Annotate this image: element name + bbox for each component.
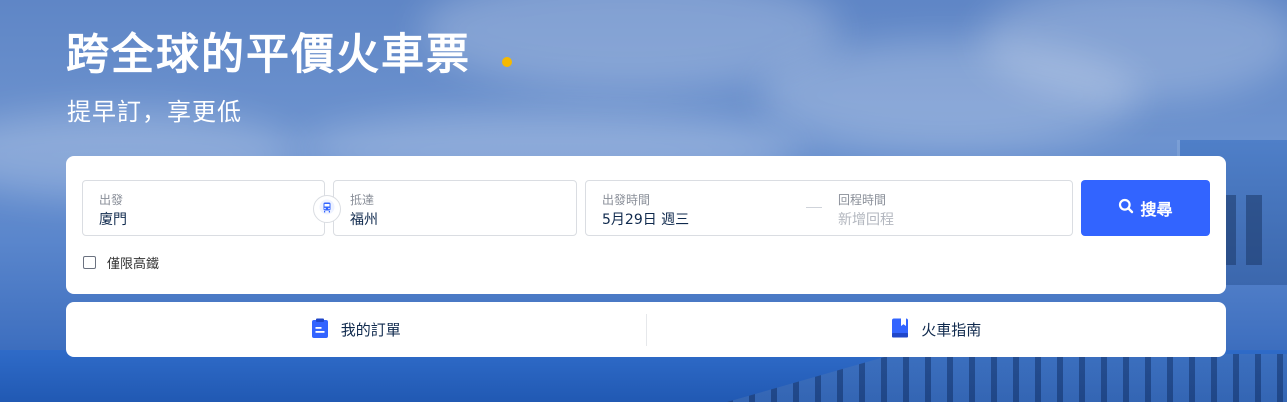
my-orders-label: 我的訂單 (340, 321, 401, 339)
hsr-only-checkbox[interactable] (83, 256, 96, 269)
my-orders-link[interactable]: 我的訂單 (66, 302, 646, 357)
book-icon (891, 318, 909, 342)
from-value[interactable]: 廈門 (99, 209, 127, 229)
depart-date-section[interactable]: 出發時間 5月29日 週三 (586, 181, 806, 235)
depart-label: 出發時間 (602, 193, 651, 207)
hero-title: 跨全球的平價火車票 (66, 30, 471, 80)
search-icon (1118, 198, 1134, 218)
hero-subtitle: 提早訂，享更低 (67, 98, 242, 126)
clipboard-icon (311, 318, 329, 342)
title-accent-dot (502, 57, 512, 67)
quick-links-bar: 我的訂單 火車指南 (66, 302, 1226, 357)
from-label: 出發 (99, 193, 124, 207)
return-label: 回程時間 (838, 193, 887, 207)
train-swap-icon (319, 199, 335, 219)
depart-value[interactable]: 5月29日 週三 (602, 209, 689, 229)
search-button[interactable]: 搜尋 (1081, 180, 1210, 236)
date-field: 出發時間 5月29日 週三 回程時間 新增回程 (585, 180, 1073, 236)
search-card: 出發 廈門 抵達 福州 出發時間 5月29日 週三 回程時間 新增回程 搜尋 僅… (66, 156, 1226, 294)
from-station-field[interactable]: 出發 廈門 (82, 180, 325, 236)
to-label: 抵達 (350, 193, 375, 207)
to-value[interactable]: 福州 (350, 209, 378, 229)
return-date-section[interactable]: 回程時間 新增回程 (822, 181, 1062, 235)
date-separator (806, 207, 822, 208)
return-placeholder[interactable]: 新增回程 (838, 209, 894, 229)
search-button-label: 搜尋 (1140, 200, 1173, 219)
train-guide-label: 火車指南 (921, 321, 982, 339)
to-station-field[interactable]: 抵達 福州 (333, 180, 577, 236)
hsr-only-option[interactable]: 僅限高鐵 (83, 253, 159, 272)
train-guide-link[interactable]: 火車指南 (647, 302, 1227, 357)
swap-stations-button[interactable] (313, 195, 341, 223)
hsr-only-label: 僅限高鐵 (107, 257, 160, 272)
